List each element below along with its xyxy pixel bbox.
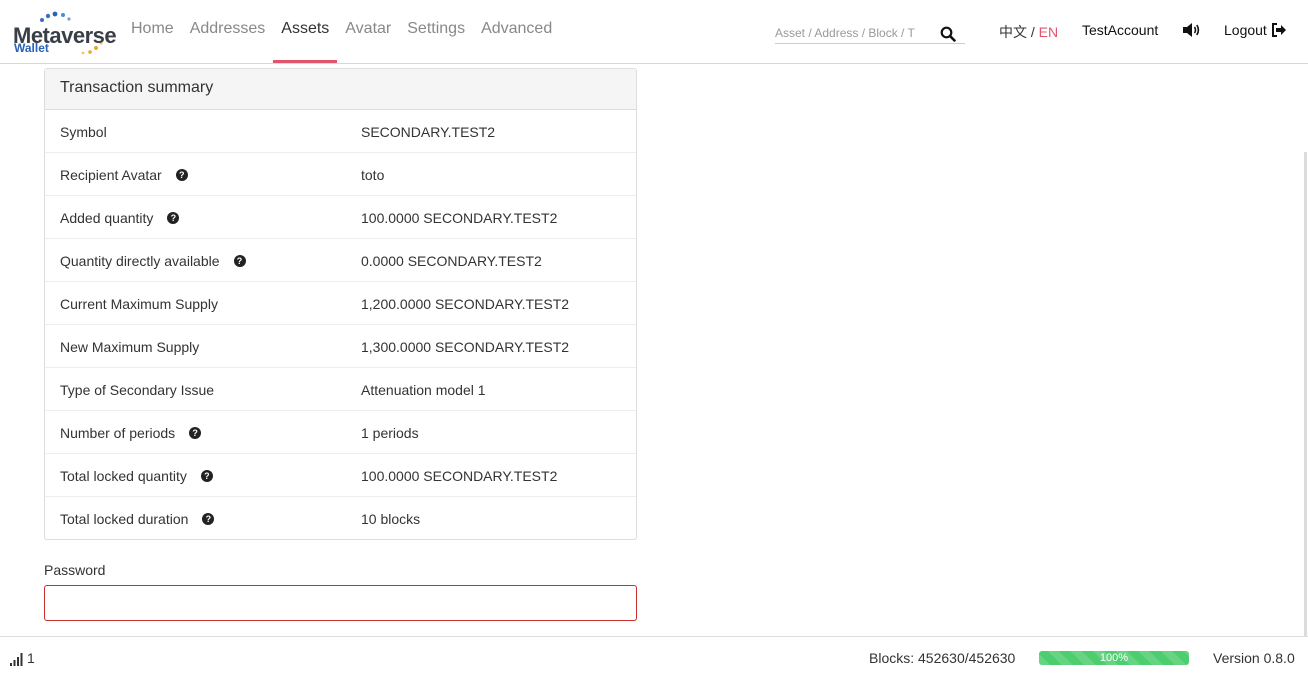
row-label-text: Type of Secondary Issue [60, 382, 215, 398]
account-name[interactable]: TestAccount [1082, 22, 1158, 38]
language-switcher: 中文 / EN [999, 22, 1058, 42]
summary-row-total-locked-duration: Total locked duration? 10 blocks [45, 497, 636, 540]
row-label: Total locked duration? [60, 511, 215, 527]
summary-row-symbol: Symbol SECONDARY.TEST2 [45, 110, 636, 153]
row-label: Symbol [60, 124, 107, 140]
peer-count-value: 1 [27, 650, 35, 666]
row-value: toto [361, 167, 385, 183]
row-value: 0.0000 SECONDARY.TEST2 [361, 253, 542, 269]
nav-settings[interactable]: Settings [399, 0, 473, 63]
summary-row-added-quantity: Added quantity? 100.0000 SECONDARY.TEST2 [45, 196, 636, 239]
transaction-summary-panel: Transaction summary Symbol SECONDARY.TES… [44, 68, 637, 540]
row-label: Type of Secondary Issue [60, 382, 214, 398]
question-circle-icon[interactable]: ? [167, 212, 180, 224]
row-value: 1,200.0000 SECONDARY.TEST2 [361, 296, 570, 312]
row-value: 10 blocks [361, 511, 421, 527]
row-label: Recipient Avatar? [60, 167, 188, 183]
question-circle-icon[interactable]: ? [200, 470, 213, 482]
row-value: Attenuation model 1 [361, 382, 486, 398]
status-footer: 1 Blocks: 452630/452630 100% Version 0.8… [0, 636, 1308, 675]
row-value: 1 periods [361, 425, 419, 441]
page-scrollbar[interactable] [1303, 64, 1308, 636]
question-circle-icon[interactable]: ? [189, 427, 202, 439]
row-label-text: Current Maximum Supply [60, 296, 218, 312]
summary-row-total-locked-quantity: Total locked quantity? 100.0000 SECONDAR… [45, 454, 636, 497]
summary-row-recipient-avatar: Recipient Avatar? toto [45, 153, 636, 196]
summary-row-issue-type: Type of Secondary Issue Attenuation mode… [45, 368, 636, 411]
nav-addresses[interactable]: Addresses [182, 0, 274, 63]
block-height: Blocks: 452630/452630 [869, 650, 1016, 666]
password-label: Password [44, 562, 106, 578]
summary-row-number-of-periods: Number of periods? 1 periods [45, 411, 636, 454]
search-icon[interactable] [940, 26, 956, 42]
row-value: 1,300.0000 SECONDARY.TEST2 [361, 339, 570, 355]
logo-subtitle: Wallet [14, 41, 49, 55]
row-label-text: Recipient Avatar [60, 167, 162, 183]
summary-row-current-max-supply: Current Maximum Supply 1,200.0000 SECOND… [45, 282, 636, 325]
lang-separator: / [1030, 24, 1035, 40]
nav-assets[interactable]: Assets [273, 0, 338, 63]
row-label: New Maximum Supply [60, 339, 199, 355]
sign-out-icon [1271, 23, 1286, 37]
summary-row-quantity-available: Quantity directly available? 0.0000 SECO… [45, 239, 636, 282]
peer-count: 1 [10, 650, 35, 666]
row-value: 100.0000 SECONDARY.TEST2 [361, 210, 558, 226]
row-label: Added quantity? [60, 210, 180, 226]
summary-row-new-max-supply: New Maximum Supply 1,300.0000 SECONDARY.… [45, 325, 636, 368]
scrollbar-thumb[interactable] [1304, 152, 1307, 636]
lang-zh[interactable]: 中文 [999, 24, 1027, 40]
question-circle-icon[interactable]: ? [175, 169, 188, 181]
search-box [775, 24, 965, 44]
panel-title: Transaction summary [45, 69, 636, 110]
sync-progress-fill: 100% [1039, 651, 1189, 665]
row-label-text: Total locked quantity [60, 468, 187, 484]
row-label-text: Quantity directly available [60, 253, 220, 269]
row-label: Number of periods? [60, 425, 202, 441]
row-label-text: New Maximum Supply [60, 339, 200, 355]
row-label: Current Maximum Supply [60, 296, 218, 312]
nav-advanced[interactable]: Advanced [473, 0, 560, 63]
volume-icon[interactable] [1181, 22, 1201, 38]
row-label-text: Number of periods [60, 425, 176, 441]
nav-home[interactable]: Home [123, 0, 182, 63]
row-label-text: Symbol [60, 124, 107, 140]
search-input[interactable] [775, 24, 925, 42]
sync-progress-bar: 100% [1039, 651, 1189, 665]
row-label: Total locked quantity? [60, 468, 213, 484]
top-navbar: Metaverse Wallet Home Addresses Assets A… [0, 0, 1308, 64]
main-nav: Home Addresses Assets Avatar Settings Ad… [123, 0, 560, 64]
row-label: Quantity directly available? [60, 253, 246, 269]
question-circle-icon[interactable]: ? [233, 255, 246, 267]
row-value: 100.0000 SECONDARY.TEST2 [361, 468, 558, 484]
lang-en[interactable]: EN [1039, 24, 1058, 40]
signal-icon [10, 653, 23, 666]
question-circle-icon[interactable]: ? [202, 513, 215, 525]
metaverse-logo[interactable]: Metaverse Wallet [12, 10, 117, 56]
row-label-text: Total locked duration [60, 511, 189, 527]
row-value: SECONDARY.TEST2 [361, 124, 496, 140]
nav-avatar[interactable]: Avatar [337, 0, 399, 63]
logout-button[interactable]: Logout [1224, 22, 1287, 38]
password-field[interactable] [44, 585, 637, 621]
row-label-text: Added quantity [60, 210, 154, 226]
version-label: Version 0.8.0 [1213, 650, 1295, 666]
logout-label: Logout [1224, 22, 1267, 38]
